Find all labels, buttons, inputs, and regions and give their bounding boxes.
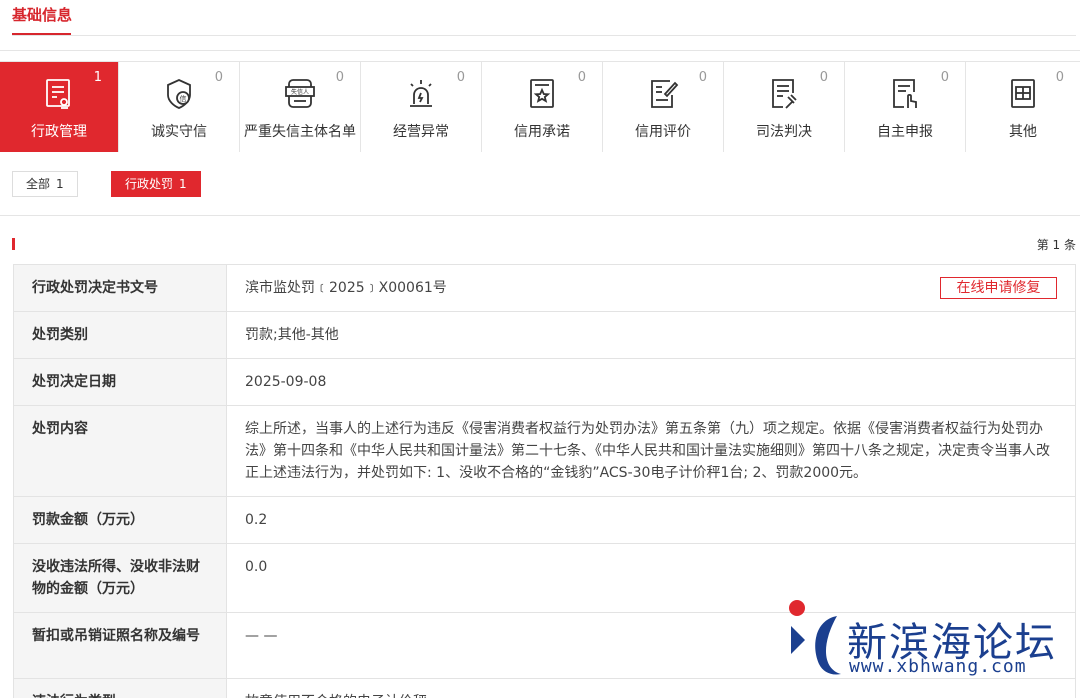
row-key: 处罚内容: [13, 405, 227, 497]
table-row: 处罚决定日期 2025-09-08: [13, 358, 1076, 406]
forum-brand-watermark: 新滨海论坛 www.xbhwang.com: [785, 598, 1080, 698]
table-row: 处罚类别 罚款;其他-其他: [13, 311, 1076, 359]
category-credit-evaluation[interactable]: 0 信用评价: [603, 62, 724, 152]
row-value: 罚款;其他-其他: [226, 311, 1076, 359]
other-doc-icon: [1006, 77, 1040, 111]
brand-logo-icon: [789, 600, 841, 675]
category-count: 0: [577, 70, 586, 85]
filter-all[interactable]: 全部 1: [12, 171, 78, 197]
category-count: 1: [93, 70, 102, 85]
table-row: 行政处罚决定书文号 滨市监处罚﹝2025﹞X00061号 在线申请修复: [13, 264, 1076, 312]
table-row: 处罚内容 综上所述，当事人的上述行为违反《侵害消费者权益行为处罚办法》第五条第（…: [13, 405, 1076, 497]
row-key: 暂扣或吊销证照名称及编号: [13, 612, 227, 679]
category-label: 经营异常: [393, 124, 449, 140]
filter-label: 行政处罚: [125, 177, 174, 191]
tab-basic-info-label: 基础信息: [12, 6, 73, 24]
category-label: 诚实守信: [151, 124, 207, 140]
divider: [12, 35, 1076, 36]
filter-label: 全部: [26, 177, 51, 191]
row-value-cell: 滨市监处罚﹝2025﹞X00061号 在线申请修复: [226, 264, 1076, 312]
category-label: 信用承诺: [514, 124, 570, 140]
category-label: 自主申报: [877, 124, 933, 140]
category-business-abnormal[interactable]: 0 经营异常: [361, 62, 482, 152]
alarm-light-icon: [404, 77, 438, 111]
category-count: 0: [335, 70, 344, 85]
row-key: 没收违法所得、没收非法财物的金额（万元）: [13, 543, 227, 613]
row-value: 2025-09-08: [226, 358, 1076, 406]
category-tabs: 1 行政管理 0 信 诚实守信 0 失信人 严重失信主体名单 0 经营异常 0 …: [0, 61, 1080, 152]
category-count: 0: [819, 70, 828, 85]
category-credit-promise[interactable]: 0 信用承诺: [482, 62, 603, 152]
row-key: 罚款金额（万元）: [13, 496, 227, 544]
row-key: 行政处罚决定书文号: [13, 264, 227, 312]
dishonest-icon-text: 失信人: [291, 88, 309, 96]
category-self-report[interactable]: 0 自主申报: [845, 62, 966, 152]
self-report-icon: [888, 77, 922, 111]
category-judicial-judgment[interactable]: 0 司法判决: [724, 62, 845, 152]
category-label: 其他: [1009, 124, 1037, 140]
row-value: 滨市监处罚﹝2025﹞X00061号: [245, 280, 447, 296]
judgment-doc-icon: [767, 77, 801, 111]
category-other[interactable]: 0 其他: [966, 62, 1080, 152]
filter-admin-penalty[interactable]: 行政处罚 1: [111, 171, 201, 197]
filter-count: 1: [56, 177, 64, 191]
category-label: 司法判决: [756, 124, 812, 140]
category-dishonest-list[interactable]: 0 失信人 严重失信主体名单: [240, 62, 361, 152]
category-integrity[interactable]: 0 信 诚实守信: [119, 62, 240, 152]
category-label: 信用评价: [635, 124, 691, 140]
divider: [0, 50, 1080, 51]
brand-url: www.xbhwang.com: [849, 656, 1027, 677]
table-row: 罚款金额（万元） 0.2: [13, 496, 1076, 544]
row-key: 违法行为类型: [13, 678, 227, 698]
apply-repair-button[interactable]: 在线申请修复: [940, 277, 1057, 299]
category-admin-management[interactable]: 1 行政管理: [0, 62, 119, 152]
record-counter: 第 1 条: [1036, 238, 1076, 252]
category-count: 0: [1055, 70, 1064, 85]
evaluation-edit-icon: [646, 77, 680, 111]
category-label: 行政管理: [31, 124, 87, 140]
section-marker: [12, 238, 15, 250]
svg-text:信: 信: [180, 94, 187, 103]
category-count: 0: [698, 70, 707, 85]
category-count: 0: [214, 70, 223, 85]
shield-credit-icon: 信: [162, 77, 196, 111]
category-count: 0: [940, 70, 949, 85]
dishonest-list-icon: 失信人: [283, 77, 317, 111]
divider: [0, 215, 1080, 216]
row-value: 0.2: [226, 496, 1076, 544]
row-value: 综上所述，当事人的上述行为违反《侵害消费者权益行为处罚办法》第五条第（九）项之规…: [226, 405, 1076, 497]
filter-count: 1: [179, 177, 187, 191]
promise-doc-icon: [525, 77, 559, 111]
admin-doc-icon: [42, 77, 76, 111]
tab-basic-info[interactable]: 基础信息: [12, 0, 72, 36]
category-label: 严重失信主体名单: [244, 124, 356, 140]
category-count: 0: [456, 70, 465, 85]
row-key: 处罚类别: [13, 311, 227, 359]
row-key: 处罚决定日期: [13, 358, 227, 406]
